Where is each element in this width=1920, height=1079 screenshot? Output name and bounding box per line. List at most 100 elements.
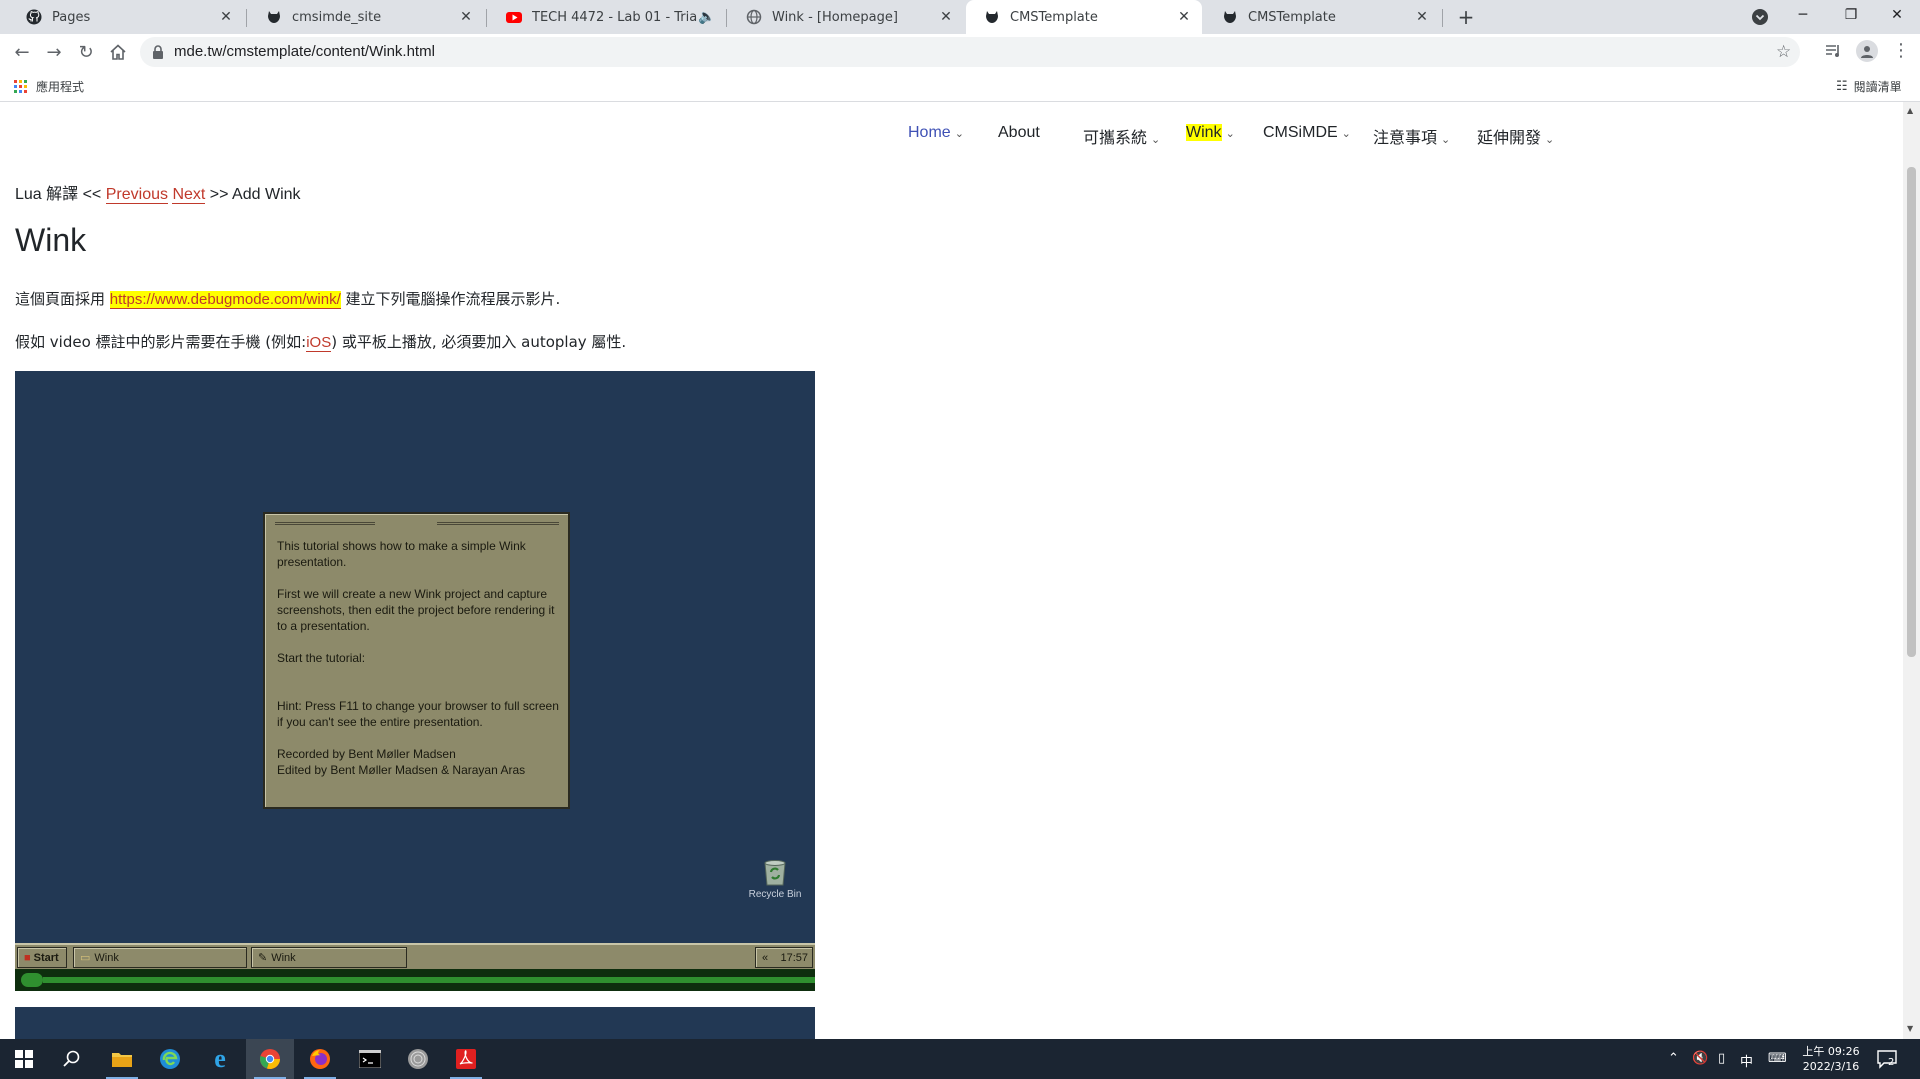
nav-notes[interactable]: 注意事項 ⌄ xyxy=(1373,124,1450,148)
address-bar[interactable]: mde.tw/cmstemplate/content/Wink.html ☆ xyxy=(140,37,1800,67)
close-icon[interactable]: ✕ xyxy=(1414,9,1430,25)
nav-wink[interactable]: Wink ⌄ xyxy=(1186,124,1235,142)
nav-about-label: About xyxy=(998,124,1040,141)
progress-track[interactable] xyxy=(43,977,815,983)
task-wink-app: ✎ Wink xyxy=(251,947,407,968)
tab-separator xyxy=(1442,9,1443,27)
youtube-icon xyxy=(506,9,522,25)
search-icon[interactable] xyxy=(48,1039,96,1079)
tray-overflow-icon[interactable]: ⌃ xyxy=(1668,1051,1679,1066)
wink-video[interactable]: This tutorial shows how to make a simple… xyxy=(15,371,815,991)
reading-list-icon: ☷ xyxy=(1836,79,1848,94)
acrobat-icon[interactable] xyxy=(442,1039,490,1079)
intro-text-after: 建立下列電腦操作流程展示影片. xyxy=(345,290,561,308)
tab-search-icon[interactable] xyxy=(1750,7,1770,27)
bookmark-star-icon[interactable]: ☆ xyxy=(1776,42,1791,62)
apps-shortcut[interactable]: 應用程式 xyxy=(14,78,84,95)
video-taskbar: ■ Start ▭ Wink ✎ Wink «17:57 xyxy=(15,943,815,969)
next-link[interactable]: Next xyxy=(172,186,206,204)
lock-icon[interactable] xyxy=(152,44,164,63)
windows-start-icon[interactable] xyxy=(0,1039,48,1079)
close-icon[interactable]: ✕ xyxy=(1176,9,1192,25)
nav-about[interactable]: About xyxy=(998,124,1040,142)
intro-text-before: 這個頁面採用 xyxy=(15,290,106,308)
tab-title: CMSTemplate xyxy=(1248,9,1336,25)
chevron-down-icon: ⌄ xyxy=(1441,134,1451,146)
breadcrumb: Lua 解譯 << Previous Next >> Add Wink xyxy=(15,180,301,204)
scrollbar-thumb[interactable] xyxy=(1907,167,1916,657)
scroll-down-icon[interactable]: ▼ xyxy=(1907,1024,1913,1033)
tab-cmstemplate-active[interactable]: CMSTemplate ✕ xyxy=(966,0,1202,34)
speaker-icon[interactable]: 🔈 xyxy=(698,9,715,25)
firefox-icon[interactable] xyxy=(296,1039,344,1079)
restore-button[interactable]: ❐ xyxy=(1828,0,1874,30)
windows-taskbar: e ⌃ 🔇 ▯ 中 ⌨ 上午 09:26 2022/3/16 2 xyxy=(0,1039,1920,1079)
new-tab-button[interactable]: + xyxy=(1454,5,1478,29)
page-title: Wink xyxy=(15,222,87,258)
minimize-button[interactable]: ─ xyxy=(1780,0,1826,30)
scroll-up-icon[interactable]: ▲ xyxy=(1907,106,1913,115)
tab-wink-homepage[interactable]: Wink - [Homepage] ✕ xyxy=(728,0,964,34)
back-icon[interactable]: ← xyxy=(8,38,36,66)
volume-muted-icon[interactable]: 🔇 xyxy=(1692,1051,1708,1066)
internet-explorer-icon[interactable]: e xyxy=(196,1039,244,1079)
page-scrollbar[interactable]: ▲ ▼ xyxy=(1903,102,1920,1039)
recycle-bin-icon xyxy=(764,860,786,886)
play-icon[interactable] xyxy=(21,973,43,987)
profile-avatar-icon[interactable] xyxy=(1856,40,1878,62)
note-text-after: ) 或平板上播放, 必須要加入 autoplay 屬性. xyxy=(331,333,627,351)
video-progress-bar[interactable] xyxy=(15,969,815,991)
menu-dots-icon[interactable]: ⋮ xyxy=(1892,40,1910,61)
tab-separator xyxy=(726,9,727,27)
video-tray: « 17:57 xyxy=(755,947,813,968)
chevron-down-icon: ⌄ xyxy=(954,128,964,140)
wink-site-link[interactable]: https://www.debugmode.com/wink/ xyxy=(109,291,341,309)
apps-label: 應用程式 xyxy=(36,80,85,94)
tab-youtube[interactable]: TECH 4472 - Lab 01 - Triang 🔈 xyxy=(488,0,724,34)
reading-mode-icon[interactable] xyxy=(1824,42,1842,64)
task-wink-folder: ▭ Wink xyxy=(73,947,247,968)
start-tutorial-label[interactable]: Start the tutorial: xyxy=(277,650,562,666)
notification-center-icon[interactable]: 2 xyxy=(1876,1049,1898,1069)
recycle-bin-label: Recycle Bin xyxy=(748,889,802,900)
reading-list-button[interactable]: ☷ 閱讀清單 xyxy=(1836,78,1902,95)
chevron-down-icon: ⌄ xyxy=(1151,134,1161,146)
chevron-down-icon: ⌄ xyxy=(1545,134,1555,146)
edge-browser-icon[interactable] xyxy=(146,1039,194,1079)
reading-list-label: 閱讀清單 xyxy=(1853,80,1902,94)
terminal-icon[interactable] xyxy=(346,1039,394,1079)
forward-icon[interactable]: → xyxy=(40,38,68,66)
app-disc-icon[interactable] xyxy=(394,1039,442,1079)
chrome-icon[interactable] xyxy=(246,1039,294,1079)
tab-title: cmsimde_site xyxy=(292,9,382,25)
github-icon xyxy=(26,9,42,25)
close-icon[interactable]: ✕ xyxy=(458,9,474,25)
nav-extend[interactable]: 延伸開發 ⌄ xyxy=(1477,124,1554,148)
close-icon[interactable]: ✕ xyxy=(218,9,234,25)
home-icon[interactable] xyxy=(104,38,132,66)
nav-home[interactable]: Home ⌄ xyxy=(908,124,964,142)
system-clock[interactable]: 上午 09:26 2022/3/16 xyxy=(1796,1044,1866,1074)
close-window-button[interactable]: ✕ xyxy=(1874,0,1920,30)
ime-indicator[interactable]: 中 xyxy=(1740,1051,1753,1070)
keyboard-icon[interactable]: ⌨ xyxy=(1768,1051,1787,1066)
nav-cmsimde[interactable]: CMSiMDE ⌄ xyxy=(1263,124,1351,142)
bookmarks-bar: 應用程式 ☷ 閱讀清單 xyxy=(0,70,1920,102)
ios-link[interactable]: iOS xyxy=(306,334,332,352)
nav-systems-label: 可攜系統 xyxy=(1083,130,1148,147)
battery-icon[interactable]: ▯ xyxy=(1718,1051,1725,1066)
dialog-hint: Hint: Press F11 to change your browser t… xyxy=(277,699,559,729)
nav-systems[interactable]: 可攜系統 ⌄ xyxy=(1083,124,1160,148)
close-icon[interactable]: ✕ xyxy=(938,9,954,25)
start-label: Start xyxy=(33,951,59,964)
nav-extend-label: 延伸開發 xyxy=(1477,130,1542,147)
clock-date: 2022/3/16 xyxy=(1802,1060,1860,1073)
file-explorer-icon[interactable] xyxy=(98,1039,146,1079)
intro-paragraph: 這個頁面採用 https://www.debugmode.com/wink/ 建… xyxy=(15,288,560,309)
reload-icon[interactable]: ↻ xyxy=(72,38,100,66)
tab-cmsimde-site[interactable]: cmsimde_site ✕ xyxy=(248,0,484,34)
chevron-down-icon: ⌄ xyxy=(1341,128,1351,140)
previous-link[interactable]: Previous xyxy=(105,186,168,204)
tab-pages[interactable]: Pages ✕ xyxy=(8,0,244,34)
tab-cmstemplate[interactable]: CMSTemplate ✕ xyxy=(1204,0,1440,34)
